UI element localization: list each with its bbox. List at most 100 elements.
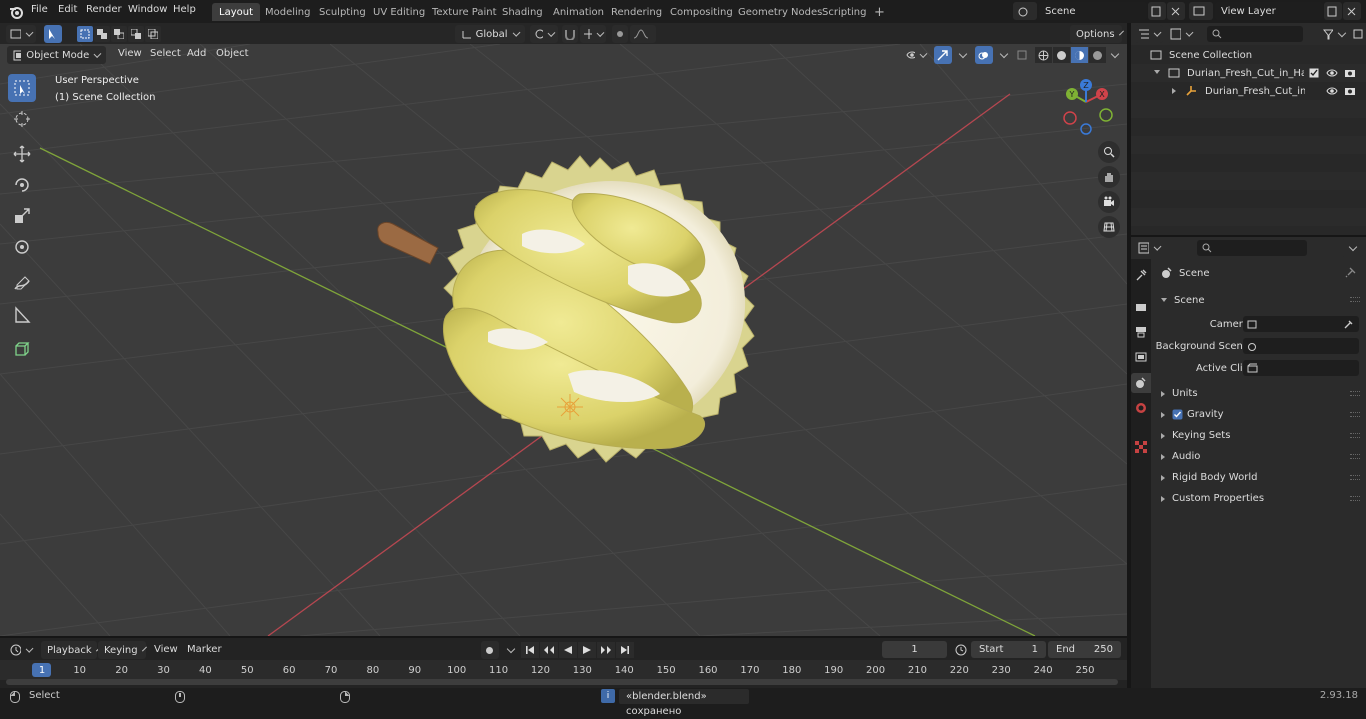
current-frame-field[interactable]: 1 [882,641,947,658]
gizmo-dropdown-icon[interactable] [952,46,968,64]
display-mode-icon[interactable] [1167,25,1195,43]
delete-scene-icon[interactable] [1167,2,1185,20]
material-shading-icon[interactable] [1071,47,1088,63]
prev-keyframe-icon[interactable] [540,642,558,658]
next-keyframe-icon[interactable] [597,642,615,658]
tab-texture-paint[interactable]: Texture Paint [425,3,504,21]
timeline-view-menu[interactable]: View [154,644,178,655]
proportional-falloff-icon[interactable] [630,25,656,43]
drag-grip-icon[interactable] [1350,454,1360,459]
playback-menu[interactable]: Playback [41,641,97,659]
menu-object[interactable]: Object [216,48,249,59]
menu-file[interactable]: File [31,4,48,15]
eye-icon[interactable] [1326,86,1338,96]
new-collection-icon[interactable] [1351,25,1365,43]
jump-end-icon[interactable] [616,642,634,658]
view-layer-tab-icon[interactable] [1133,349,1149,365]
cursor-tool-icon[interactable] [8,105,36,133]
expand-gravity-icon[interactable] [1161,411,1165,418]
texture-tab-icon[interactable] [1133,439,1149,455]
expand-audio-icon[interactable] [1161,453,1165,460]
snap-target-icon[interactable] [580,25,606,43]
tab-scripting[interactable]: Scripting [815,3,873,21]
select-extend-icon[interactable] [94,26,110,42]
expand-units-icon[interactable] [1161,390,1165,397]
snap-toggle-icon[interactable] [562,25,578,43]
filter-icon[interactable] [1319,25,1349,43]
expand-custom-properties-icon[interactable] [1161,495,1165,502]
tool-tab-icon[interactable] [1133,267,1149,283]
gravity-checkbox-icon[interactable] [1172,409,1183,420]
select-intersect-icon[interactable] [145,26,161,42]
jump-start-icon[interactable] [521,642,539,658]
visibility-icon[interactable] [903,46,929,64]
properties-options-icon[interactable] [1341,239,1363,257]
proportional-edit-icon[interactable] [612,25,628,43]
expand-object-icon[interactable] [1172,88,1176,94]
new-scene-icon[interactable] [1148,2,1166,20]
tab-animation[interactable]: Animation [546,3,611,21]
panel-keying-sets[interactable]: Keying Sets [1161,430,1230,441]
end-frame-field[interactable]: End 250 [1048,641,1121,658]
drag-grip-icon[interactable] [1350,496,1360,501]
add-workspace-icon[interactable]: + [867,3,892,21]
shading-dropdown-icon[interactable] [1104,46,1120,64]
tab-sculpting[interactable]: Sculpting [312,3,373,21]
timeline-marker-menu[interactable]: Marker [187,644,222,655]
measure-tool-icon[interactable] [8,301,36,329]
new-view-layer-icon[interactable] [1324,2,1342,20]
tab-layout[interactable]: Layout [212,3,260,21]
render-camera-icon[interactable] [1344,85,1356,97]
area-divider[interactable] [1127,23,1131,688]
properties-search-input[interactable] [1197,240,1307,256]
include-checkbox-icon[interactable] [1309,68,1319,78]
select-new-icon[interactable] [77,26,93,42]
select-subtract-icon[interactable] [111,26,127,42]
3d-viewport[interactable]: User Perspective (1) Scene Collection X … [0,44,1127,636]
overlays-toggle-icon[interactable] [975,46,993,64]
outliner-editor-type-icon[interactable] [1135,25,1163,43]
auto-keying-icon[interactable] [481,641,499,659]
scene-section-header[interactable]: Scene [1153,291,1363,309]
render-tab-icon[interactable] [1133,299,1149,315]
wireframe-shading-icon[interactable] [1035,47,1052,63]
tab-modeling[interactable]: Modeling [258,3,318,21]
eye-icon[interactable] [1326,68,1338,78]
panel-units[interactable]: Units [1161,388,1198,399]
output-tab-icon[interactable] [1133,324,1149,340]
select-box-tool-icon[interactable] [8,74,36,102]
panel-gravity[interactable]: Gravity [1161,409,1224,420]
pivot-point-icon[interactable] [530,25,558,43]
expand-keying-sets-icon[interactable] [1161,432,1165,439]
collapse-scene-icon[interactable] [1161,298,1167,302]
ortho-grid-icon[interactable] [1098,216,1120,238]
keying-menu[interactable]: Keying [98,641,146,659]
tab-rendering[interactable]: Rendering [604,3,669,21]
view-layer-selector-icon[interactable] [1189,2,1213,20]
render-camera-icon[interactable] [1344,67,1356,79]
menu-view[interactable]: View [118,48,142,59]
scale-tool-icon[interactable] [8,202,36,230]
properties-editor-type-icon[interactable] [1135,239,1163,257]
timeline-editor-type-icon[interactable] [6,641,36,659]
editor-type-icon[interactable] [6,25,36,43]
add-cube-tool-icon[interactable] [8,335,36,363]
scene-tab-icon[interactable] [1131,373,1151,393]
transform-tool-icon[interactable] [8,233,36,261]
camera-view-icon[interactable] [1098,191,1120,213]
expand-rigid-body-icon[interactable] [1161,474,1165,481]
play-reverse-icon[interactable] [559,642,577,658]
blender-logo-icon[interactable] [8,4,24,20]
tab-shading[interactable]: Shading [495,3,550,21]
drag-grip-icon[interactable] [1350,297,1360,302]
select-invert-icon[interactable] [128,26,144,42]
drag-grip-icon[interactable] [1350,475,1360,480]
outliner-row-scene-collection[interactable]: Scene Collection [1131,46,1366,64]
outliner-row-collection[interactable]: Durian_Fresh_Cut_in_Half_00: [1131,64,1366,82]
outliner-row-object[interactable]: Durian_Fresh_Cut_in_Hal [1131,82,1366,100]
overlays-dropdown-icon[interactable] [993,46,1009,64]
solid-shading-icon[interactable] [1053,47,1070,63]
pin-icon[interactable] [1345,267,1356,278]
drag-grip-icon[interactable] [1350,433,1360,438]
rotate-tool-icon[interactable] [8,171,36,199]
